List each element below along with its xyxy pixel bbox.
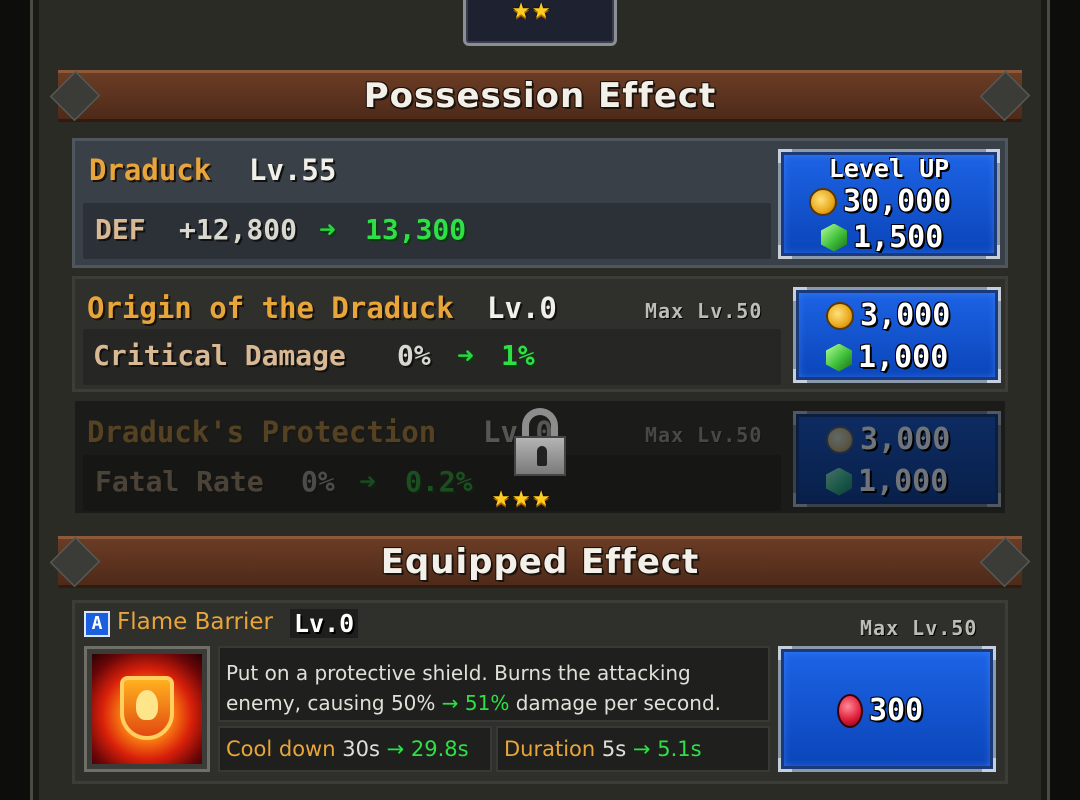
gold-cost-value: 3,000 — [860, 422, 951, 457]
description-text: damage per second. — [515, 691, 722, 715]
effect-name: Origin of the Draduck — [87, 291, 454, 325]
gold-coin-icon — [826, 301, 854, 330]
gold-cost: 3,000 — [826, 298, 950, 333]
gem-cost-value: 1,000 — [858, 340, 949, 375]
section-title: Equipped Effect — [380, 542, 700, 582]
origin-upgrade-button[interactable]: 3,000 1,000 — [793, 287, 1001, 383]
lock-icon — [514, 408, 566, 476]
green-gem-icon — [821, 223, 847, 252]
effect-name: Draduck — [89, 153, 212, 187]
effect-level: Lv.55 — [249, 153, 337, 187]
stat-label: DEF — [95, 213, 146, 246]
gem-cost: 1,500 — [821, 220, 943, 255]
level-up-label: Level UP — [828, 154, 950, 183]
stat-bar: Critical Damage 0% ➜ 1% — [83, 329, 781, 385]
stat-label: Critical Damage — [93, 339, 346, 372]
effect-name: Draduck's Protection — [87, 415, 437, 449]
stat-to-value: 13,300 — [365, 213, 467, 246]
gold-coin-icon — [826, 425, 854, 454]
star-icon: ★ — [512, 479, 531, 514]
ruby-icon — [837, 693, 863, 728]
gem-cost-value: 1,500 — [853, 220, 944, 255]
star-icon: ★ — [492, 479, 511, 514]
skill-level: Lv.0 — [290, 609, 359, 638]
description-text: enemy, causing 50% — [226, 691, 436, 715]
arrow-right-icon: ➜ — [319, 213, 336, 246]
duration-box: Duration 5s → 5.1s — [496, 726, 770, 772]
skill-upgrade-button[interactable]: 300 — [778, 646, 996, 772]
arrow-right-icon: → — [632, 737, 651, 761]
effect-level: Lv.0 — [487, 291, 557, 325]
stat-from-value: 0% — [397, 339, 431, 372]
gem-cost: 1,000 — [826, 464, 948, 499]
skill-description: Put on a protective shield. Burns the at… — [218, 646, 770, 722]
stat-bar: Fatal Rate 0% ➜ 0.2% — [83, 455, 781, 511]
cooldown-box: Cool down 30s → 29.8s — [218, 726, 492, 772]
equipped-effect-header: Equipped Effect — [49, 536, 1031, 588]
duration-label: Duration — [504, 737, 596, 761]
ruby-cost: 300 — [837, 693, 923, 728]
gem-cost: 1,000 — [826, 340, 948, 375]
origin-effect-row: Origin of the Draduck Lv.0 Max Lv.50 Cri… — [72, 276, 1008, 392]
skill-name: Flame Barrier — [117, 609, 273, 635]
gem-cost-value: 1,000 — [858, 464, 949, 499]
unlock-stars: ★ ★ ★ — [492, 482, 550, 512]
cooldown-label: Cool down — [226, 737, 336, 761]
description-line: enemy, causing 50% → 51% damage per seco… — [226, 688, 762, 718]
character-portrait: ★ ★ — [463, 0, 617, 46]
arrow-right-icon: → — [441, 691, 459, 715]
cooldown-from: 30s — [342, 737, 380, 761]
gold-coin-icon — [809, 187, 837, 216]
star-icon: ★ — [512, 0, 531, 26]
duration-to: 5.1s — [657, 737, 702, 761]
gold-cost-value: 30,000 — [843, 184, 952, 219]
max-level-label: Max Lv.50 — [645, 423, 763, 447]
duration-from: 5s — [601, 737, 627, 761]
cooldown-to: 29.8s — [410, 737, 469, 761]
star-icon: ★ — [532, 0, 551, 26]
stat-from-value: 0% — [301, 465, 335, 498]
arrow-right-icon: ➜ — [457, 339, 474, 372]
max-level-label: Max Lv.50 — [645, 299, 763, 323]
draduck-effect-row: Draduck Lv.55 DEF +12,800 ➜ 13,300 Level… — [72, 138, 1008, 268]
green-gem-icon — [826, 467, 852, 496]
skill-type-badge: A — [84, 611, 110, 637]
stat-bar: DEF +12,800 ➜ 13,300 — [83, 203, 771, 259]
gold-cost: 3,000 — [826, 422, 950, 457]
flame-shield-icon — [92, 654, 202, 764]
possession-effect-header: Possession Effect — [49, 70, 1031, 122]
gold-cost: 30,000 — [809, 184, 951, 219]
arrow-right-icon: → — [386, 737, 405, 761]
gold-cost-value: 3,000 — [860, 298, 951, 333]
skill-icon-frame[interactable] — [84, 646, 210, 772]
max-level-label: Max Lv.50 — [860, 616, 978, 640]
protection-upgrade-button[interactable]: 3,000 1,000 — [793, 411, 1001, 507]
green-gem-icon — [826, 343, 852, 372]
stat-to-value: 1% — [501, 339, 535, 372]
portrait-stars: ★ ★ — [512, 0, 550, 24]
description-line: Put on a protective shield. Burns the at… — [226, 661, 691, 685]
stat-to-value: 0.2% — [405, 465, 473, 498]
section-title: Possession Effect — [363, 76, 717, 116]
description-value: 51% — [464, 691, 510, 715]
level-up-button[interactable]: Level UP 30,000 1,500 — [778, 149, 1000, 259]
arrow-right-icon: ➜ — [359, 465, 376, 498]
stat-label: Fatal Rate — [95, 465, 264, 498]
stat-from-value: +12,800 — [179, 213, 298, 246]
ruby-cost-value: 300 — [869, 693, 924, 728]
star-icon: ★ — [532, 479, 551, 514]
